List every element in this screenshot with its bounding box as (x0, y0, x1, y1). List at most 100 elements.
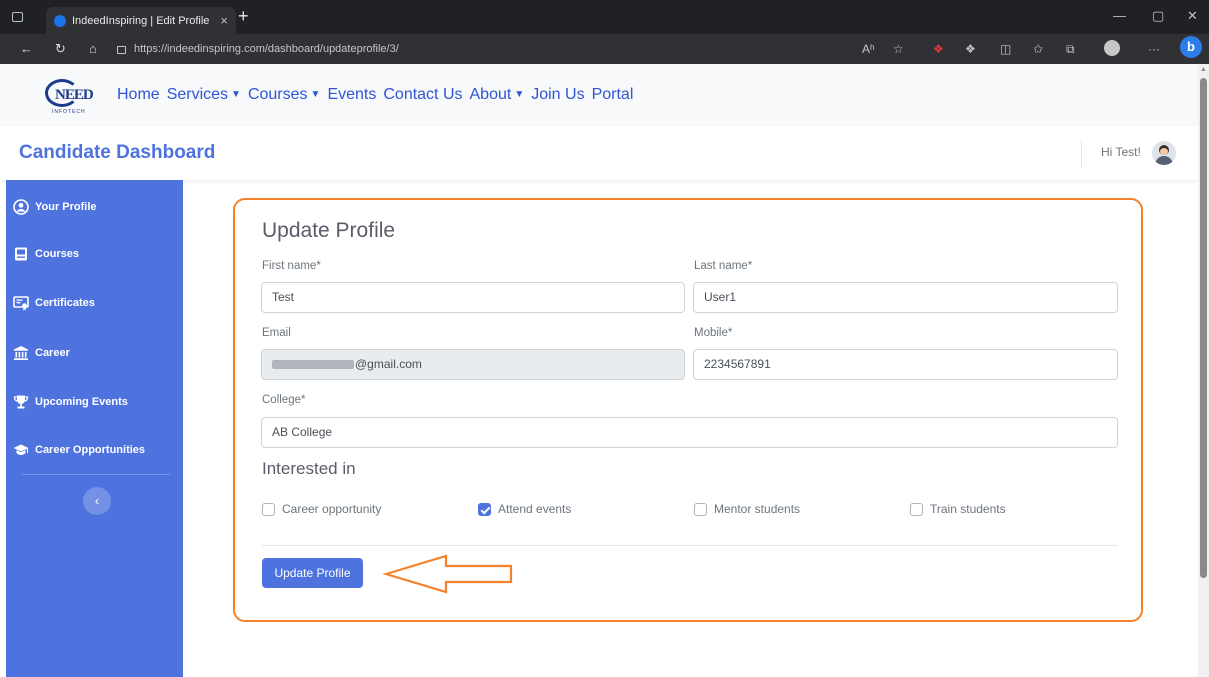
first-name-field[interactable]: Test (261, 282, 685, 313)
graduation-cap-icon (13, 442, 29, 458)
user-circle-icon (13, 199, 29, 215)
sidebar-item-label: Certificates (35, 297, 95, 309)
last-name-field[interactable]: User1 (693, 282, 1118, 313)
checkbox-label: Train students (930, 502, 1006, 516)
read-aloud-icon[interactable]: Aʰ (862, 42, 875, 56)
sidebar-toggle-button[interactable]: ‹ (83, 487, 111, 515)
lock-icon[interactable] (117, 46, 126, 54)
page-title: Candidate Dashboard (19, 142, 216, 163)
interested-heading: Interested in (262, 459, 356, 478)
nav-events[interactable]: Events (327, 86, 376, 104)
sidebar-item-courses[interactable]: Courses (13, 246, 79, 262)
email-domain: @gmail.com (355, 357, 422, 371)
checkbox-box[interactable] (262, 502, 275, 516)
site-logo[interactable]: NEED INFOTECH (45, 78, 101, 116)
checkbox-label: Mentor students (714, 502, 801, 516)
nav-home[interactable]: Home (117, 86, 160, 104)
bing-icon[interactable]: b (1180, 36, 1202, 58)
caret-down-icon: ▼ (231, 89, 241, 100)
sidebar-item-label: Career Opportunities (35, 444, 146, 456)
avatar-face (1160, 148, 1168, 155)
checkbox-attend-events[interactable]: Attend events (478, 502, 571, 516)
tab-favicon-icon (54, 14, 66, 27)
logo-subtext: INFOTECH (52, 109, 86, 115)
mobile-label: Mobile* (694, 327, 733, 339)
split-screen-icon[interactable]: ◫ (1000, 42, 1011, 56)
avatar[interactable] (1152, 141, 1176, 165)
checkbox-mentor-students[interactable]: Mentor students (694, 502, 800, 516)
minimize-button[interactable]: — (1113, 8, 1126, 23)
form-divider (262, 545, 1118, 546)
update-profile-button[interactable]: Update Profile (262, 558, 363, 588)
nav-services-label: Services (166, 86, 229, 103)
sidebar-item-label: Courses (35, 248, 80, 260)
nav-courses-label: Courses (247, 86, 308, 103)
bank-icon (13, 345, 29, 361)
tab-title: IndeedInspiring | Edit Profile (72, 14, 210, 27)
url-field[interactable]: https://indeedinspiring.com/dashboard/up… (117, 38, 897, 60)
checkbox-label: Attend events (498, 502, 572, 516)
checkbox-label: Career opportunity (282, 502, 382, 516)
mobile-field[interactable]: 2234567891 (693, 349, 1118, 380)
nav-courses[interactable]: Courses ▼ (248, 86, 320, 104)
nav-about[interactable]: About ▼ (470, 86, 525, 104)
scroll-up-icon[interactable]: ▲ (1200, 66, 1207, 73)
caret-down-icon: ▼ (310, 89, 321, 100)
checkbox-box[interactable] (694, 502, 707, 516)
sidebar-item-upcoming-events[interactable]: Upcoming Events (13, 394, 128, 410)
checkbox-train-students[interactable]: Train students (910, 502, 1006, 516)
redacted-text (272, 360, 354, 370)
browser-titlebar: IndeedInspiring | Edit Profile × + — ▢ ✕ (0, 0, 1209, 34)
nav-services[interactable]: Services ▼ (167, 86, 241, 104)
header-divider (1081, 140, 1082, 168)
nav-join[interactable]: Join Us (531, 86, 584, 104)
sidebar-item-certificates[interactable]: Certificates (13, 295, 95, 311)
restore-button[interactable]: ▢ (1152, 8, 1164, 24)
nav-contact[interactable]: Contact Us (383, 86, 462, 104)
nav-portal[interactable]: Portal (592, 86, 634, 104)
close-window-button[interactable]: ✕ (1187, 8, 1198, 24)
logo-word: NEED (55, 87, 94, 103)
sidebar-item-your-profile[interactable]: Your Profile (13, 199, 97, 215)
book-icon (13, 246, 29, 262)
certificate-icon (13, 295, 29, 311)
sidebar-item-label: Upcoming Events (35, 396, 128, 408)
address-bar-row: ← ↻ ⌂ https://indeedinspiring.com/dashbo… (0, 34, 1209, 64)
collections-icon[interactable]: ⧉ (1066, 42, 1075, 56)
favorite-star-icon[interactable]: ☆ (893, 42, 904, 56)
more-menu-icon[interactable]: ··· (1148, 42, 1160, 56)
sidebar-item-career-opportunities[interactable]: Career Opportunities (13, 442, 145, 458)
extension-icon[interactable]: ❖ (933, 42, 944, 56)
home-icon[interactable]: ⌂ (89, 42, 97, 56)
sidebar-item-label: Your Profile (35, 201, 97, 213)
update-profile-card (233, 198, 1143, 622)
checkbox-checked-icon[interactable] (478, 502, 491, 516)
annotation-arrow-icon (382, 554, 513, 594)
form-title: Update Profile (262, 219, 396, 242)
checkbox-career-opportunity[interactable]: Career opportunity (262, 502, 381, 516)
window-menu-icon[interactable] (12, 12, 23, 22)
last-name-label: Last name* (694, 260, 753, 272)
email-field[interactable]: @gmail.com (261, 349, 685, 380)
browser-profile-icon[interactable] (1104, 40, 1120, 56)
sidebar-item-career[interactable]: Career (13, 345, 70, 361)
tab-close-icon[interactable]: × (220, 13, 228, 28)
user-greeting[interactable]: Hi Test! (1101, 145, 1141, 159)
college-field[interactable]: AB College (261, 417, 1118, 448)
browser-tab[interactable]: IndeedInspiring | Edit Profile × (46, 7, 236, 34)
new-tab-button[interactable]: + (238, 6, 249, 27)
trophy-icon (13, 394, 29, 410)
url-text: https://indeedinspiring.com/dashboard/up… (134, 43, 399, 55)
back-icon[interactable]: ← (20, 42, 33, 56)
avatar-body (1155, 156, 1173, 165)
sidebar-divider (22, 474, 170, 475)
favorites-icon[interactable]: ✩ (1033, 42, 1043, 56)
checkbox-box[interactable] (910, 502, 923, 516)
refresh-icon[interactable]: ↻ (55, 42, 66, 56)
copilot-icon[interactable]: ❖ (965, 42, 976, 56)
scrollbar-thumb[interactable] (1200, 78, 1207, 578)
email-label: Email (262, 327, 291, 339)
first-name-label: First name* (262, 260, 321, 272)
caret-down-icon: ▼ (514, 89, 525, 100)
site-nav-links: Home Services ▼ Courses ▼ Events Contact U… (117, 86, 640, 104)
